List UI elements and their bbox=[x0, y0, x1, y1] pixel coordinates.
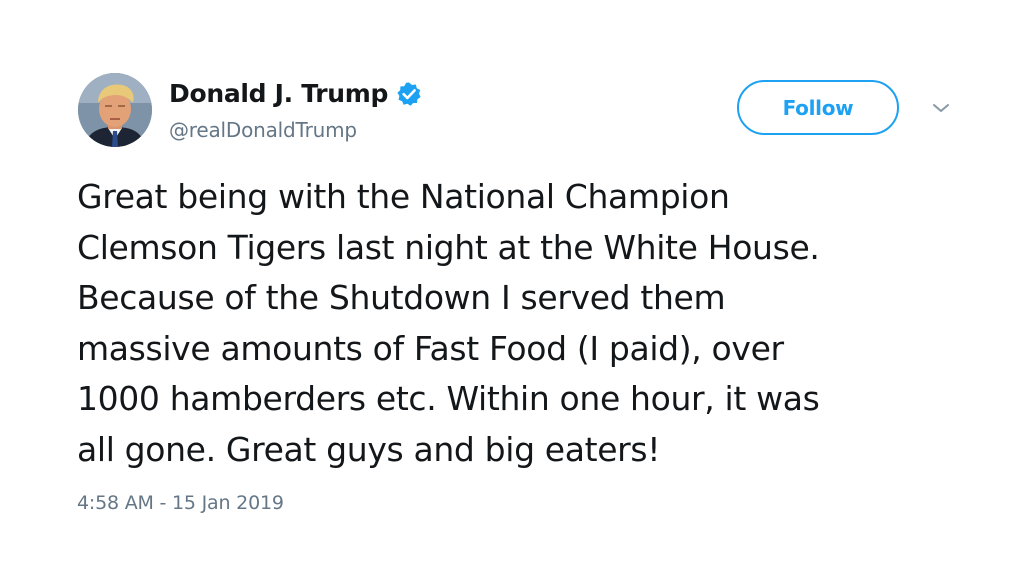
tweet-text-line: Great being with the National Champion bbox=[77, 177, 730, 216]
tweet-text-line: all gone. Great guys and big eaters! bbox=[77, 429, 661, 469]
user-handle[interactable]: @realDonaldTrump bbox=[169, 118, 357, 142]
tweet-text-line: 1000 hamberders etc. Within one hour, it… bbox=[77, 379, 820, 418]
tweet-text-line: Clemson Tigers last night at the White H… bbox=[77, 227, 820, 267]
tweet-card: Donald J. Trump @realDonaldTrump Follow … bbox=[0, 0, 1024, 576]
tweet-text-line: massive amounts of Fast Food (I paid), o… bbox=[77, 328, 784, 368]
tweet-text: Great being with the National Champion C… bbox=[77, 172, 977, 475]
chevron-down-icon[interactable] bbox=[930, 100, 952, 116]
avatar[interactable] bbox=[78, 73, 152, 147]
tweet-text-line: Because of the Shutdown I served them bbox=[77, 278, 726, 317]
profile-photo-icon bbox=[78, 73, 152, 147]
display-name[interactable]: Donald J. Trump bbox=[169, 80, 388, 108]
verified-badge-icon bbox=[397, 82, 421, 106]
tweet-timestamp[interactable]: 4:58 AM - 15 Jan 2019 bbox=[77, 491, 284, 515]
follow-button[interactable]: Follow bbox=[737, 80, 899, 135]
